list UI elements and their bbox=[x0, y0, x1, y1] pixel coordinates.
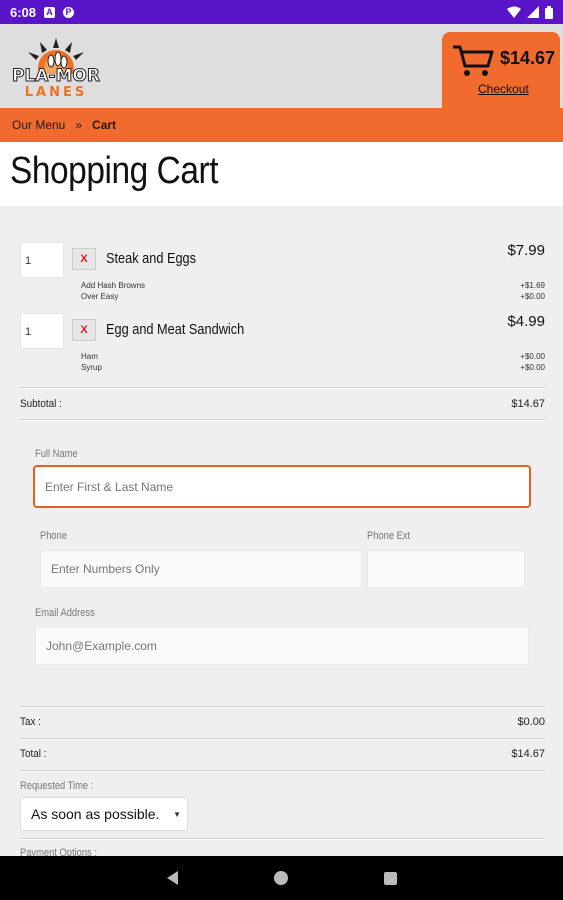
quantity-input[interactable]: 1 bbox=[20, 313, 64, 349]
app-notification-icon: A bbox=[44, 6, 56, 18]
breadcrumb-separator: » bbox=[75, 118, 83, 132]
site-header: PLA-MOR LANES $14.67 Checkout bbox=[0, 24, 563, 110]
full-name-input[interactable]: Enter First & Last Name bbox=[33, 465, 531, 508]
total-row: Total : $14.67 bbox=[20, 748, 545, 760]
divider bbox=[20, 738, 545, 740]
breadcrumb: Our Menu » Cart bbox=[0, 108, 563, 142]
quantity-input[interactable]: 1 bbox=[20, 242, 64, 278]
remove-item-button[interactable]: X bbox=[72, 248, 96, 270]
item-modifier-price: +$0.00 bbox=[520, 292, 545, 301]
breadcrumb-our-menu[interactable]: Our Menu bbox=[12, 118, 65, 132]
subtotal-value: $14.67 bbox=[511, 398, 545, 410]
phone-ext-input[interactable] bbox=[367, 550, 525, 588]
requested-time-select[interactable]: As soon as possible. ▼ bbox=[20, 797, 188, 831]
status-bar: 6:08 A P bbox=[0, 0, 563, 24]
cart-item: 1 X Egg and Meat Sandwich $4.99 Ham Syru… bbox=[20, 313, 545, 377]
dropdown-caret-icon: ▼ bbox=[173, 810, 181, 819]
remove-item-button[interactable]: X bbox=[72, 319, 96, 341]
item-modifier: Over Easy bbox=[81, 292, 119, 301]
item-modifier-price: +$1.69 bbox=[520, 281, 545, 290]
tax-value: $0.00 bbox=[517, 716, 545, 728]
system-nav-bar bbox=[0, 856, 563, 900]
item-modifier: Add Hash Browns bbox=[81, 281, 146, 290]
subtotal-label: Subtotal : bbox=[20, 398, 62, 410]
item-modifiers: Ham Syrup bbox=[81, 351, 102, 373]
pla-mor-logo[interactable]: PLA-MOR LANES bbox=[6, 34, 106, 100]
status-time: 6:08 bbox=[10, 4, 37, 20]
item-modifier-price: +$0.00 bbox=[520, 363, 545, 372]
requested-time-label: Requested Time : bbox=[20, 780, 94, 792]
signal-icon bbox=[527, 6, 539, 18]
shopping-cart-icon bbox=[453, 45, 494, 76]
subtotal-row: Subtotal : $14.67 bbox=[20, 398, 545, 410]
checkout-link[interactable]: Checkout bbox=[478, 82, 529, 96]
item-name: Egg and Meat Sandwich bbox=[106, 321, 245, 338]
logo-subtext: LANES bbox=[24, 85, 88, 100]
phone-input[interactable]: Enter Numbers Only bbox=[40, 550, 362, 588]
email-label: Email Address bbox=[35, 607, 95, 619]
divider bbox=[20, 387, 545, 389]
requested-time-value: As soon as possible. bbox=[31, 806, 160, 822]
item-price: $4.99 bbox=[507, 313, 545, 330]
divider bbox=[20, 706, 545, 708]
total-label: Total : bbox=[20, 748, 47, 760]
email-input[interactable]: John@Example.com bbox=[35, 627, 529, 665]
cart-total: $14.67 bbox=[500, 48, 556, 68]
breadcrumb-current: Cart bbox=[92, 118, 117, 132]
item-modifier-prices: +$1.69 +$0.00 bbox=[520, 280, 545, 302]
battery-icon bbox=[545, 5, 553, 19]
item-modifier: Syrup bbox=[81, 363, 102, 372]
item-modifier: Ham bbox=[81, 352, 98, 361]
tax-label: Tax : bbox=[20, 716, 41, 728]
tax-row: Tax : $0.00 bbox=[20, 716, 545, 728]
full-name-label: Full Name bbox=[35, 448, 78, 460]
logo-text: PLA-MOR bbox=[12, 66, 101, 86]
divider bbox=[20, 770, 545, 772]
total-value: $14.67 bbox=[511, 748, 545, 760]
wifi-icon bbox=[507, 6, 521, 18]
cart-item: 1 X Steak and Eggs $7.99 Add Hash Browns… bbox=[20, 242, 545, 306]
phone-label: Phone bbox=[40, 530, 68, 542]
item-modifier-prices: +$0.00 +$0.00 bbox=[520, 351, 545, 373]
page-title: Shopping Cart bbox=[10, 150, 219, 192]
back-icon[interactable] bbox=[166, 871, 178, 885]
item-modifier-price: +$0.00 bbox=[520, 352, 545, 361]
divider bbox=[20, 838, 545, 840]
home-icon[interactable] bbox=[273, 871, 288, 885]
cart-summary[interactable]: $14.67 Checkout bbox=[442, 32, 560, 110]
item-modifiers: Add Hash Browns Over Easy bbox=[81, 280, 145, 302]
divider bbox=[20, 419, 545, 421]
item-name: Steak and Eggs bbox=[106, 250, 197, 267]
item-price: $7.99 bbox=[507, 242, 545, 259]
app-notification-icon-2: P bbox=[63, 6, 75, 18]
recent-apps-icon[interactable] bbox=[383, 871, 397, 885]
phone-ext-label: Phone Ext bbox=[367, 530, 411, 542]
